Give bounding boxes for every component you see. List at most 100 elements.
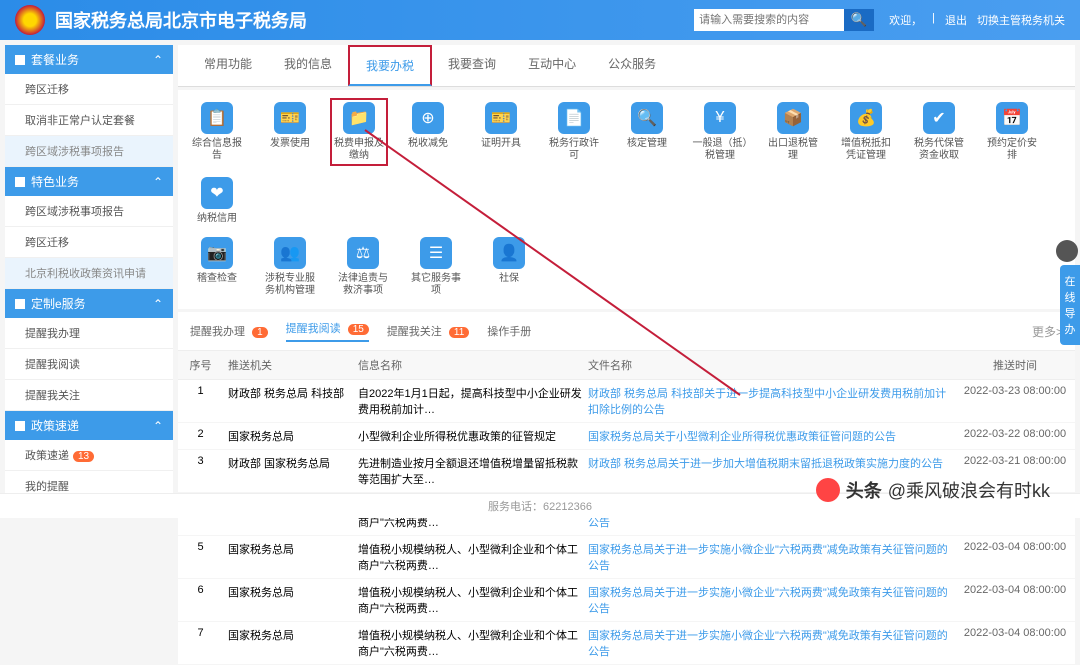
table-row[interactable]: 1财政部 税务总局 科技部自2022年1月1日起，提高科技型中小企业研发费用税前… xyxy=(178,380,1075,423)
function-icon-出口退税管理[interactable]: 📦出口退税管理 xyxy=(764,102,822,162)
icon-label: 税收减免 xyxy=(399,138,457,150)
function-icon-其它服务事项[interactable]: ☰其它服务事项 xyxy=(407,237,465,297)
function-icon-核定管理[interactable]: 🔍核定管理 xyxy=(618,102,676,162)
col-header-name: 信息名称 xyxy=(358,357,588,373)
helper-avatar-icon[interactable] xyxy=(1056,240,1078,262)
notice-tab[interactable]: 提醒我阅读 15 xyxy=(286,320,369,342)
icon-glyph: ❤ xyxy=(201,177,233,209)
function-icon-grid: 📋 综合信息报告 🎫 发票使用 📁税费申报及缴纳 ⊕ 税收减免 🎫 证明开具 📄 税务行政许可 🔍核定… xyxy=(178,90,1075,309)
function-icon-证明开具[interactable]: 🎫 证明开具 xyxy=(472,102,530,162)
col-header-index: 序号 xyxy=(178,357,223,373)
sidebar-item[interactable]: 提醒我阅读 xyxy=(5,349,173,380)
function-icon-一般退（抵）税管理[interactable]: ¥一般退（抵）税管理 xyxy=(691,102,749,162)
function-icon-综合信息报告[interactable]: 📋 综合信息报告 xyxy=(188,102,246,162)
main-tabs: 常用功能我的信息我要办税我要查询互动中心公众服务 xyxy=(178,45,1075,87)
function-icon-税务行政许可[interactable]: 📄 税务行政许可 xyxy=(545,102,603,162)
function-icon-发票使用[interactable]: 🎫 发票使用 xyxy=(261,102,319,162)
sidebar-group-header[interactable]: 套餐业务⌃ xyxy=(5,45,173,74)
function-icon-税费申报及缴纳[interactable]: 📁税费申报及缴纳 xyxy=(330,98,388,166)
sidebar-item[interactable]: 跨区域涉税事项报告 xyxy=(5,196,173,227)
main-content: 常用功能我的信息我要办税我要查询互动中心公众服务 📋 综合信息报告 🎫 发票使用 📁税费… xyxy=(178,45,1075,493)
main-tab[interactable]: 我的信息 xyxy=(268,45,348,86)
sidebar-item[interactable]: 跨区迁移 xyxy=(5,74,173,105)
main-tab[interactable]: 公众服务 xyxy=(592,45,672,86)
sidebar-group-header[interactable]: 政策速递⌃ xyxy=(5,411,173,440)
icon-label: 税务代保管资金收取 xyxy=(910,138,968,162)
function-icon-稽查检查[interactable]: 📷 稽查检查 xyxy=(188,237,246,297)
search-box: 🔍 xyxy=(694,9,874,31)
table-row[interactable]: 7国家税务总局增值税小规模纳税人、小型微利企业和个体工商户"六税两费…国家税务总… xyxy=(178,622,1075,665)
function-icon-预约定价安排[interactable]: 📅预约定价安排 xyxy=(983,102,1041,162)
notice-tab[interactable]: 提醒我关注 11 xyxy=(387,323,469,339)
icon-glyph: 📄 xyxy=(558,102,590,134)
icon-label: 综合信息报告 xyxy=(188,138,246,162)
icon-glyph: ⊕ xyxy=(412,102,444,134)
function-icon-纳税信用[interactable]: ❤纳税信用 xyxy=(188,177,246,225)
icon-label: 涉税专业服务机构管理 xyxy=(261,273,319,297)
online-help-button[interactable]: 在线导办 xyxy=(1060,265,1080,345)
switch-org-link[interactable]: 切换主管税务机关 xyxy=(977,12,1065,28)
cube-icon xyxy=(15,299,25,309)
more-link[interactable]: 更多> xyxy=(1032,323,1063,340)
sidebar-item[interactable]: 政策速递13 xyxy=(5,440,173,471)
icon-glyph: 🎫 xyxy=(274,102,306,134)
logout-link[interactable]: 退出 xyxy=(945,12,967,28)
notice-tabs: 提醒我办理 1 提醒我阅读 15 提醒我关注 11 操作手册 更多> xyxy=(178,312,1075,351)
icon-label: 发票使用 xyxy=(261,138,319,150)
table-row[interactable]: 5国家税务总局增值税小规模纳税人、小型微利企业和个体工商户"六税两费…国家税务总… xyxy=(178,536,1075,579)
function-icon-社保[interactable]: 👤社保 xyxy=(480,237,538,297)
icon-label: 出口退税管理 xyxy=(764,138,822,162)
icon-label: 其它服务事项 xyxy=(407,273,465,297)
sidebar-group-header[interactable]: 定制e服务⌃ xyxy=(5,289,173,318)
sidebar-item[interactable]: 跨区迁移 xyxy=(5,227,173,258)
main-tab[interactable]: 互动中心 xyxy=(512,45,592,86)
icon-label: 税务行政许可 xyxy=(545,138,603,162)
sidebar-item[interactable]: 提醒我关注 xyxy=(5,380,173,411)
table-header: 序号 推送机关 信息名称 文件名称 推送时间 xyxy=(178,351,1075,380)
search-input[interactable] xyxy=(694,9,844,31)
main-tab[interactable]: 我要办税 xyxy=(348,45,432,86)
sidebar-group-header[interactable]: 特色业务⌃ xyxy=(5,167,173,196)
notice-tab[interactable]: 提醒我办理 1 xyxy=(190,323,268,339)
function-icon-法律追责与救济事项[interactable]: ⚖法律追责与救济事项 xyxy=(334,237,392,297)
icon-label: 稽查检查 xyxy=(188,273,246,285)
icon-glyph: ⚖ xyxy=(347,237,379,269)
icon-label: 核定管理 xyxy=(618,138,676,150)
watermark: 头条 @乘风破浪会有时kk xyxy=(816,477,1050,503)
notice-tab[interactable]: 操作手册 xyxy=(487,323,531,339)
col-header-file: 文件名称 xyxy=(588,357,955,373)
table-row[interactable]: 2国家税务总局小型微利企业所得税优惠政策的征管规定国家税务总局关于小型微利企业所… xyxy=(178,423,1075,450)
function-icon-税务代保管资金收取[interactable]: ✔ 税务代保管资金收取 xyxy=(910,102,968,162)
main-tab[interactable]: 我要查询 xyxy=(432,45,512,86)
function-icon-涉税专业服务机构管理[interactable]: 👥 涉税专业服务机构管理 xyxy=(261,237,319,297)
sidebar-item[interactable]: 取消非正常户认定套餐 xyxy=(5,105,173,136)
col-header-time: 推送时间 xyxy=(955,357,1075,373)
sidebar-item[interactable]: 跨区域涉税事项报告 xyxy=(5,136,173,167)
sidebar: 套餐业务⌃跨区迁移取消非正常户认定套餐跨区域涉税事项报告特色业务⌃跨区域涉税事项… xyxy=(5,45,173,493)
app-title: 国家税务总局北京市电子税务局 xyxy=(55,7,694,33)
icon-label: 税费申报及缴纳 xyxy=(334,138,384,162)
icon-glyph: 📋 xyxy=(201,102,233,134)
icon-glyph: ¥ xyxy=(704,102,736,134)
icon-glyph: 📷 xyxy=(201,237,233,269)
icon-label: 社保 xyxy=(480,273,538,285)
tax-logo xyxy=(15,5,45,35)
main-tab[interactable]: 常用功能 xyxy=(188,45,268,86)
icon-glyph: 👥 xyxy=(274,237,306,269)
sidebar-item[interactable]: 提醒我办理 xyxy=(5,318,173,349)
function-icon-增值税抵扣凭证管理[interactable]: 💰增值税抵扣凭证管理 xyxy=(837,102,895,162)
header-links: 欢迎， | 退出 切换主管税务机关 xyxy=(889,12,1065,28)
icon-label: 增值税抵扣凭证管理 xyxy=(837,138,895,162)
app-header: 国家税务总局北京市电子税务局 🔍 欢迎， | 退出 切换主管税务机关 xyxy=(0,0,1080,40)
toutiao-icon xyxy=(816,478,840,502)
cube-icon xyxy=(15,177,25,187)
function-icon-税收减免[interactable]: ⊕ 税收减免 xyxy=(399,102,457,162)
sidebar-item[interactable]: 我的提醒 xyxy=(5,471,173,493)
icon-glyph: 🎫 xyxy=(485,102,517,134)
sidebar-item[interactable]: 北京利税收政策资讯申请 xyxy=(5,258,173,289)
cube-icon xyxy=(15,421,25,431)
icon-label: 证明开具 xyxy=(472,138,530,150)
table-row[interactable]: 6国家税务总局增值税小规模纳税人、小型微利企业和个体工商户"六税两费…国家税务总… xyxy=(178,579,1075,622)
icon-glyph: ✔ xyxy=(923,102,955,134)
search-button[interactable]: 🔍 xyxy=(844,9,874,31)
